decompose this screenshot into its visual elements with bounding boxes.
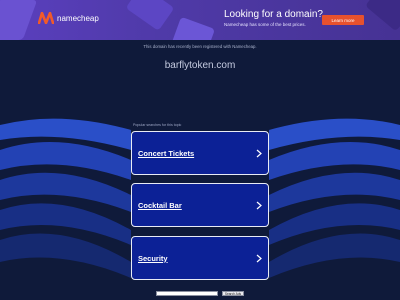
related-searches-label: Popular searches for this topic [133, 123, 182, 127]
link-label: Cocktail Bar [138, 200, 182, 210]
link-concert-tickets[interactable]: Concert Tickets [131, 131, 269, 175]
link-label: Security [138, 253, 168, 263]
search-input[interactable] [156, 291, 218, 296]
right-wing [269, 118, 400, 278]
chevron-right-icon [256, 201, 262, 210]
link-label: Concert Tickets [138, 148, 195, 158]
left-wing [0, 118, 131, 278]
link-cocktail-bar[interactable]: Cocktail Bar [131, 183, 269, 227]
link-security[interactable]: Security [131, 236, 269, 280]
search-button[interactable]: Search Ads [222, 291, 244, 296]
chevron-right-icon [256, 149, 262, 158]
chevron-right-icon [256, 254, 262, 263]
